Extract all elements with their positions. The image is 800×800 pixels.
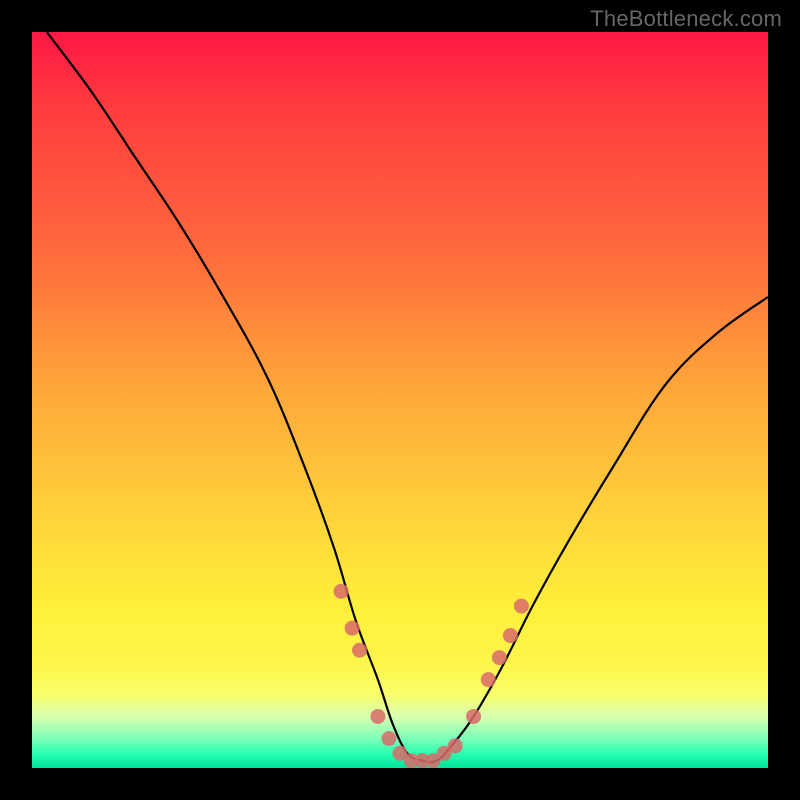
chart-frame: TheBottleneck.com [0,0,800,800]
highlight-dot [466,709,481,724]
highlight-dot [514,599,529,614]
highlight-dot [503,628,518,643]
highlight-dot [345,621,360,636]
curve-layer [32,32,768,768]
highlight-dot [370,709,385,724]
bottleneck-curve [47,32,768,762]
highlight-dot [481,672,496,687]
plot-area [32,32,768,768]
watermark-text: TheBottleneck.com [590,6,782,32]
highlight-dots-group [334,584,529,768]
highlight-dot [492,650,507,665]
highlight-dot [352,643,367,658]
highlight-dot [334,584,349,599]
highlight-dot [381,731,396,746]
highlight-dot [448,738,463,753]
